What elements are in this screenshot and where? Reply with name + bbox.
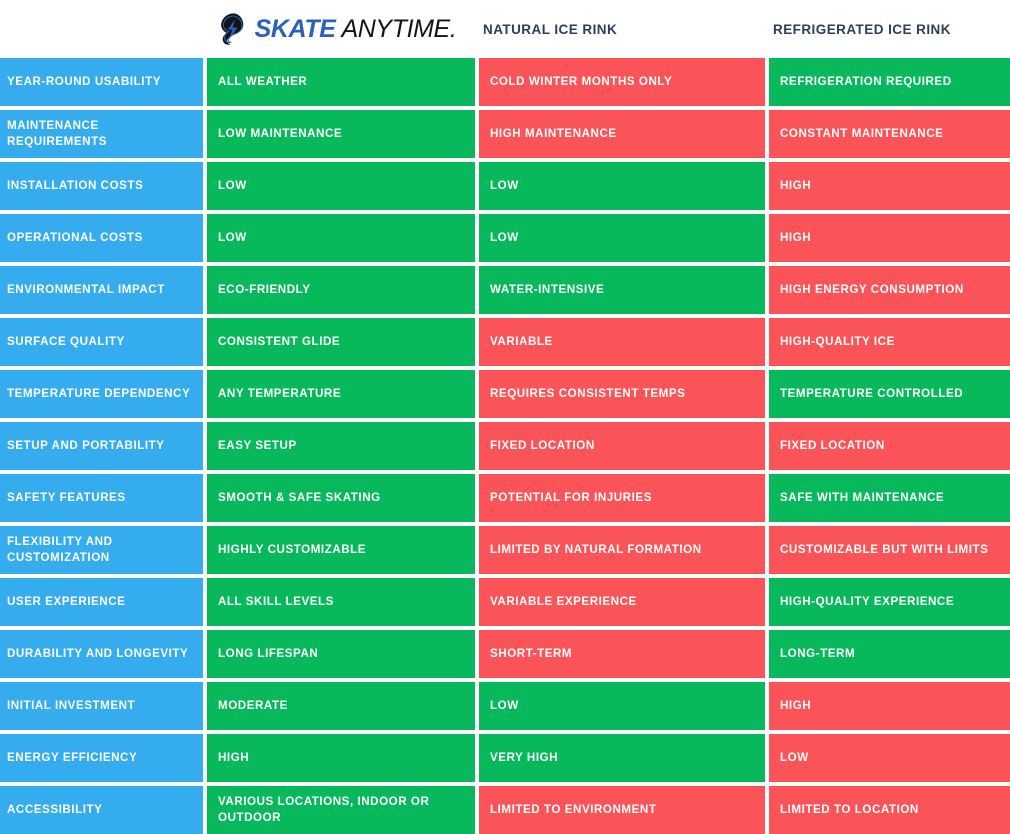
cell-refrigerated-ice-rink: LIMITED TO LOCATION: [769, 786, 1010, 834]
cell-natural-ice-rink: REQUIRES CONSISTENT TEMPS: [479, 370, 765, 418]
row-label: ACCESSIBILITY: [0, 786, 203, 834]
cell-refrigerated-ice-rink: CONSTANT MAINTENANCE: [769, 110, 1010, 158]
cell-natural-ice-rink: LIMITED BY NATURAL FORMATION: [479, 526, 765, 574]
column-title-natural: NATURAL ICE RINK: [483, 21, 618, 37]
row-label: SURFACE QUALITY: [0, 318, 203, 366]
cell-skate-anytime: ANY TEMPERATURE: [207, 370, 475, 418]
skate-anytime-logo: SKATE ANYTIME.: [214, 12, 457, 46]
table-row: YEAR-ROUND USABILITY ALL WEATHER COLD WINT…: [0, 58, 1010, 106]
skate-anytime-logo-icon: [220, 13, 243, 45]
cell-refrigerated-ice-rink: LOW: [769, 734, 1010, 782]
row-label: SAFETY FEATURES: [0, 474, 203, 522]
row-label: ENVIRONMENTAL IMPACT: [0, 266, 203, 314]
cell-skate-anytime: LOW: [207, 162, 475, 210]
cell-skate-anytime: ECO-FRIENDLY: [207, 266, 475, 314]
cell-natural-ice-rink: SHORT-TERM: [479, 630, 765, 678]
header-cell-natural-ice-rink: NATURAL ICE RINK: [473, 0, 763, 58]
cell-skate-anytime: MODERATE: [207, 682, 475, 730]
header-cell-skate-anytime: SKATE ANYTIME.: [205, 0, 473, 58]
cell-skate-anytime: CONSISTENT GLIDE: [207, 318, 475, 366]
cell-natural-ice-rink: LOW: [479, 214, 765, 262]
cell-natural-ice-rink: COLD WINTER MONTHS ONLY: [479, 58, 765, 106]
cell-natural-ice-rink: FIXED LOCATION: [479, 422, 765, 470]
cell-skate-anytime: LONG LIFESPAN: [207, 630, 475, 678]
column-title-refrigerated: REFRIGERATED ICE RINK: [773, 21, 951, 37]
cell-refrigerated-ice-rink: HIGH-QUALITY ICE: [769, 318, 1010, 366]
cell-skate-anytime: LOW: [207, 214, 475, 262]
cell-natural-ice-rink: HIGH MAINTENANCE: [479, 110, 765, 158]
table-row: SAFETY FEATURES SMOOTH & SAFE SKATING POTE…: [0, 474, 1010, 522]
row-label: ENERGY EFFICIENCY: [0, 734, 203, 782]
cell-skate-anytime: LOW MAINTENANCE: [207, 110, 475, 158]
table-row: FLEXIBILITY AND CUSTOMIZATION HIGHLY CUST…: [0, 526, 1010, 574]
row-label: YEAR-ROUND USABILITY: [0, 58, 203, 106]
cell-refrigerated-ice-rink: TEMPERATURE CONTROLLED: [769, 370, 1010, 418]
row-label: INITIAL INVESTMENT: [0, 682, 203, 730]
cell-skate-anytime: EASY SETUP: [207, 422, 475, 470]
cell-refrigerated-ice-rink: HIGH: [769, 682, 1010, 730]
cell-refrigerated-ice-rink: HIGH: [769, 214, 1010, 262]
cell-skate-anytime: ALL WEATHER: [207, 58, 475, 106]
table-header-row: SKATE ANYTIME. NATURAL ICE RINK REFRIGERA…: [0, 0, 1010, 58]
table-row: ENERGY EFFICIENCY HIGH VERY HIGH LOW: [0, 734, 1010, 782]
cell-natural-ice-rink: WATER-INTENSIVE: [479, 266, 765, 314]
table-row: DURABILITY AND LONGEVITY LONG LIFESPAN SHO…: [0, 630, 1010, 678]
table-row: USER EXPERIENCE ALL SKILL LEVELS VARIABLE …: [0, 578, 1010, 626]
comparison-table: SKATE ANYTIME. NATURAL ICE RINK REFRIGERA…: [0, 0, 1010, 834]
cell-refrigerated-ice-rink: HIGH ENERGY CONSUMPTION: [769, 266, 1010, 314]
cell-natural-ice-rink: VERY HIGH: [479, 734, 765, 782]
table-row: ACCESSIBILITY VARIOUS LOCATIONS, INDOOR O…: [0, 786, 1010, 834]
header-cell-attribute: [0, 0, 205, 58]
table-row: OPERATIONAL COSTS LOW LOW HIGH: [0, 214, 1010, 262]
logo-wordmark: SKATE ANYTIME.: [255, 15, 457, 44]
table-body: YEAR-ROUND USABILITY ALL WEATHER COLD WINT…: [0, 58, 1010, 834]
cell-refrigerated-ice-rink: SAFE WITH MAINTENANCE: [769, 474, 1010, 522]
row-label: SETUP AND PORTABILITY: [0, 422, 203, 470]
cell-refrigerated-ice-rink: REFRIGERATION REQUIRED: [769, 58, 1010, 106]
row-label: DURABILITY AND LONGEVITY: [0, 630, 203, 678]
cell-natural-ice-rink: VARIABLE: [479, 318, 765, 366]
row-label: OPERATIONAL COSTS: [0, 214, 203, 262]
cell-natural-ice-rink: VARIABLE EXPERIENCE: [479, 578, 765, 626]
table-row: TEMPERATURE DEPENDENCY ANY TEMPERATURE REQ…: [0, 370, 1010, 418]
cell-natural-ice-rink: LOW: [479, 682, 765, 730]
cell-natural-ice-rink: LIMITED TO ENVIRONMENT: [479, 786, 765, 834]
table-row: ENVIRONMENTAL IMPACT ECO-FRIENDLY WATER-IN…: [0, 266, 1010, 314]
cell-refrigerated-ice-rink: FIXED LOCATION: [769, 422, 1010, 470]
cell-skate-anytime: ALL SKILL LEVELS: [207, 578, 475, 626]
row-label: TEMPERATURE DEPENDENCY: [0, 370, 203, 418]
logo-text-skate: SKATE: [254, 14, 336, 43]
cell-skate-anytime: VARIOUS LOCATIONS, INDOOR OR OUTDOOR: [207, 786, 475, 834]
cell-skate-anytime: HIGH: [207, 734, 475, 782]
cell-refrigerated-ice-rink: LONG-TERM: [769, 630, 1010, 678]
cell-refrigerated-ice-rink: HIGH: [769, 162, 1010, 210]
row-label: MAINTENANCE REQUIREMENTS: [0, 110, 203, 158]
cell-refrigerated-ice-rink: HIGH-QUALITY EXPERIENCE: [769, 578, 1010, 626]
cell-natural-ice-rink: LOW: [479, 162, 765, 210]
row-label: FLEXIBILITY AND CUSTOMIZATION: [0, 526, 203, 574]
header-cell-refrigerated-ice-rink: REFRIGERATED ICE RINK: [763, 0, 1010, 58]
row-label: INSTALLATION COSTS: [0, 162, 203, 210]
cell-refrigerated-ice-rink: CUSTOMIZABLE BUT WITH LIMITS: [769, 526, 1010, 574]
cell-natural-ice-rink: POTENTIAL FOR INJURIES: [479, 474, 765, 522]
cell-skate-anytime: HIGHLY CUSTOMIZABLE: [207, 526, 475, 574]
table-row: INSTALLATION COSTS LOW LOW HIGH: [0, 162, 1010, 210]
cell-skate-anytime: SMOOTH & SAFE SKATING: [207, 474, 475, 522]
logo-text-anytime: ANYTIME.: [341, 14, 457, 43]
table-row: MAINTENANCE REQUIREMENTS LOW MAINTENANCE H…: [0, 110, 1010, 158]
row-label: USER EXPERIENCE: [0, 578, 203, 626]
table-row: INITIAL INVESTMENT MODERATE LOW HIGH: [0, 682, 1010, 730]
table-row: SETUP AND PORTABILITY EASY SETUP FIXED LOC…: [0, 422, 1010, 470]
table-row: SURFACE QUALITY CONSISTENT GLIDE VARIABLE H…: [0, 318, 1010, 366]
